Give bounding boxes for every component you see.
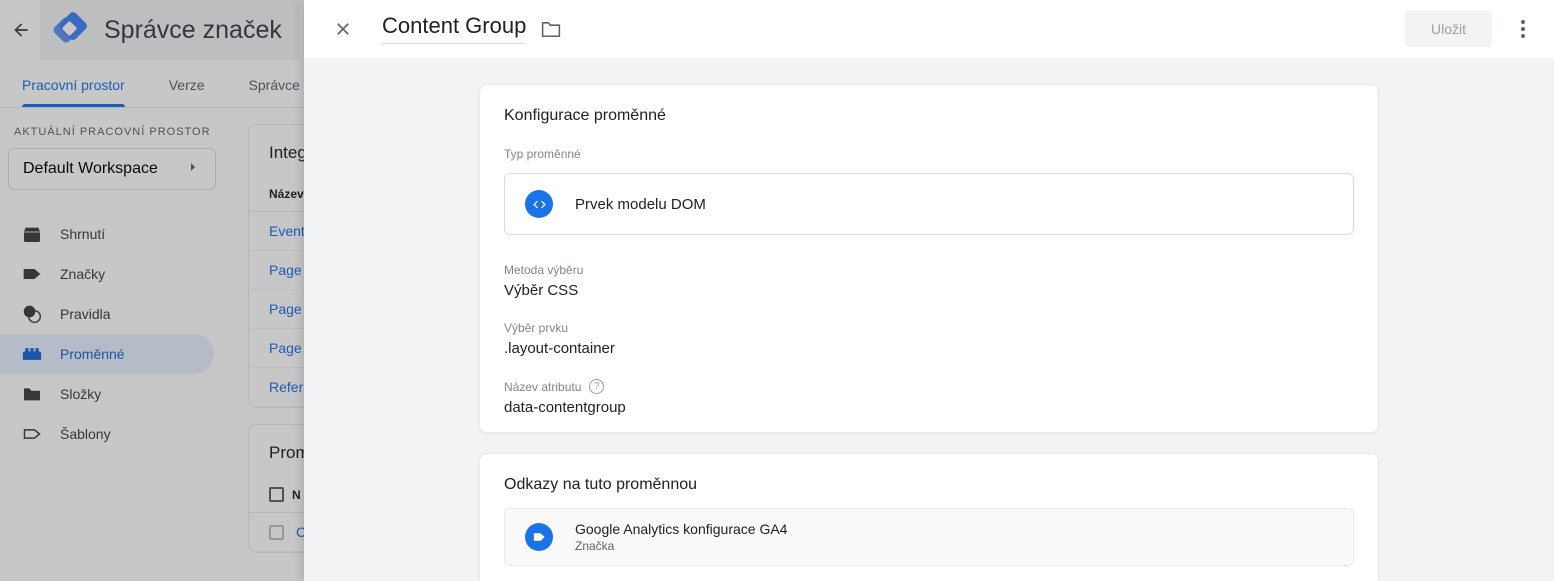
modal-body: Konfigurace proměnné Typ proměnné Prvek … [304,58,1554,581]
variable-name-input[interactable]: Content Group [382,14,527,44]
card-bottom-padding [480,416,1378,432]
section-title: Odkazy na tuto proměnnou [504,476,698,493]
element-selector-value[interactable]: .layout-container [480,340,1378,357]
reference-texts: Google Analytics konfigurace GA4 Značka [575,521,787,553]
help-circle-icon[interactable]: ? [589,379,605,394]
reference-item[interactable]: Google Analytics konfigurace GA4 Značka [504,508,1354,566]
attribute-name-label-row: Název atributu ? [480,379,1378,394]
folder-outline-icon[interactable] [540,19,562,39]
screen: Správce značek Všech ww Pracovní prostor… [0,0,1554,581]
element-selector-label: Výběr prvku [504,321,569,335]
references-card: Odkazy na tuto proměnnou Google Analytic… [479,453,1379,581]
selection-method-value[interactable]: Výběr CSS [480,282,1378,299]
attribute-name-value[interactable]: data-contentgroup [480,399,1378,416]
selection-method-label: Metoda výběru [504,263,584,277]
more-vert-icon[interactable] [1506,12,1540,46]
variable-detail-modal: Content Group Uložit Konfigurace proměnn… [304,0,1554,581]
reference-name: Google Analytics konfigurace GA4 [575,521,788,537]
tag-circle-icon [525,523,553,551]
title-area: Content Group [382,14,562,44]
attribute-name-label: Název atributu [504,379,582,394]
save-button[interactable]: Uložit [1404,11,1492,47]
section-title: Konfigurace proměnné [504,107,666,124]
modal-header: Content Group Uložit [304,0,1554,58]
reference-subtitle: Značka [575,539,615,553]
variable-type-selector[interactable]: Prvek modelu DOM [504,173,1354,235]
code-brackets-icon [525,190,553,218]
variable-configuration-card: Konfigurace proměnné Typ proměnné Prvek … [479,84,1379,433]
variable-type-label: Typ proměnné [504,147,581,161]
variable-type-value: Prvek modelu DOM [575,195,706,213]
close-icon[interactable] [326,12,360,46]
